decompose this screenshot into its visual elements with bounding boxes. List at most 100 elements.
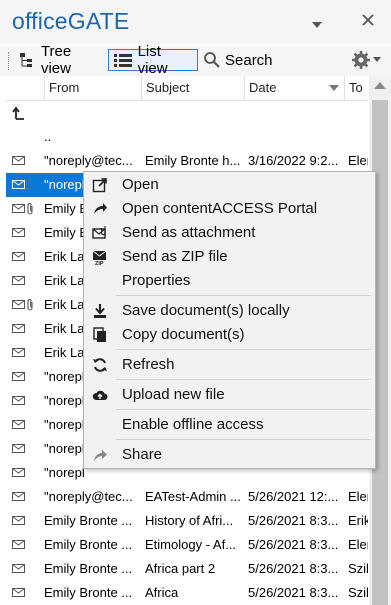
mail-icon [12, 396, 25, 405]
column-header-date[interactable]: Date [244, 76, 344, 100]
menu-item-send-as-attachment[interactable]: Send as attachment [84, 221, 375, 245]
subject-cell: History of Afri... [145, 513, 234, 528]
mail-icon [12, 540, 25, 549]
sort-descending-icon [329, 85, 339, 91]
tree-icon [20, 53, 32, 67]
to-cell: Elen [348, 153, 368, 168]
share-icon [94, 450, 107, 461]
column-header-to[interactable]: To [344, 76, 368, 100]
menu-item-upload-new-file[interactable]: Upload new file [84, 383, 375, 407]
mail-icon [12, 588, 25, 597]
mail-icon [12, 324, 25, 333]
menu-item-label: Open contentACCESS Portal [122, 200, 318, 217]
mail-icon [12, 444, 25, 453]
mail-icon [12, 156, 25, 165]
menu-item-label: Send as attachment [122, 224, 256, 241]
mail-icon [12, 300, 25, 309]
menu-item-label: Enable offline access [122, 416, 264, 433]
menu-item-open[interactable]: Open [84, 173, 375, 197]
menu-item-enable-offline-access[interactable]: Enable offline access [84, 413, 375, 437]
tree-view-button[interactable]: Tree view [15, 43, 105, 77]
from-cell: Emily Bronte ... [44, 513, 133, 528]
column-header-subject[interactable]: Subject [141, 76, 244, 100]
list-view-button[interactable]: List view [108, 43, 198, 77]
to-cell: Elen [348, 489, 368, 504]
menu-item-label: Upload new file [122, 386, 225, 403]
to-cell: Elen [348, 537, 368, 552]
chevron-down-icon [373, 57, 381, 62]
date-cell: 5/26/2021 8:3... [248, 537, 339, 552]
mail-icon [12, 276, 25, 285]
table-row[interactable]: "noreply@tec... EATest-Admin ... 5/26/2021… [6, 485, 368, 509]
search-label: Search [225, 51, 273, 69]
toolbar: Tree view List view Search [0, 43, 391, 77]
table-row[interactable]: Emily Bronte ... Africa 5/26/2021 8:3... Sz… [6, 581, 368, 605]
column-header-icons[interactable] [6, 76, 44, 100]
menu-item-open-contentaccess-portal[interactable]: Open contentACCESS Portal [84, 197, 375, 221]
mail-icon [12, 564, 25, 573]
from-cell: "noreply@tec... [44, 153, 133, 168]
tree-view-label: Tree view [40, 43, 72, 77]
settings-button[interactable] [348, 49, 388, 71]
date-cell: 5/26/2021 8:3... [248, 561, 339, 576]
toolbar-grip [8, 52, 11, 70]
from-cell: "noreply@tec... [44, 489, 133, 504]
menu-item-share[interactable]: Share [84, 443, 375, 467]
to-cell: Erik [348, 513, 368, 528]
menu-item-send-as-zip-file[interactable]: ZIP Send as ZIP file [84, 245, 375, 269]
open-external-icon [92, 178, 107, 193]
subject-cell: Emily Bronte h... [145, 153, 241, 168]
parent-folder-dots-row[interactable]: .. [6, 125, 368, 149]
mail-icon [12, 372, 25, 381]
parent-folder-label: .. [44, 129, 52, 144]
menu-item-label: Refresh [122, 356, 175, 373]
mail-icon [12, 348, 25, 357]
from-cell: Emily Bronte ... [44, 561, 133, 576]
menu-separator [116, 295, 371, 296]
menu-item-save-document-s-locally[interactable]: Save document(s) locally [84, 299, 375, 323]
date-cell: 5/26/2021 8:3... [248, 585, 339, 600]
table-row[interactable]: Emily Bronte ... History of Afri... 5/26/2… [6, 509, 368, 533]
table-row[interactable]: "noreply@tec... Emily Bronte h... 3/16/202… [6, 149, 368, 173]
menu-separator [116, 409, 371, 410]
paperclip-icon [27, 299, 33, 311]
from-cell: Emily Bronte ... [44, 537, 133, 552]
parent-folder-row[interactable] [6, 101, 368, 125]
table-row[interactable]: Emily Bronte ... Etimology - Af... 5/26/20… [6, 533, 368, 557]
column-header-date-label: Date [249, 80, 277, 95]
menu-item-label: Open [122, 176, 159, 193]
subject-cell: Etimology - Af... [145, 537, 237, 552]
menu-item-copy-document-s[interactable]: Copy document(s) [84, 323, 375, 347]
svg-text:ZIP: ZIP [95, 261, 104, 265]
date-cell: 5/26/2021 12:... [248, 489, 339, 504]
mail-icon [12, 468, 25, 477]
scroll-up-arrow-icon[interactable] [374, 82, 386, 89]
column-header-from[interactable]: From [44, 76, 141, 100]
menu-item-refresh[interactable]: Refresh [84, 353, 375, 377]
date-cell: 3/16/2022 9:2... [248, 153, 339, 168]
date-cell: 5/26/2021 8:3... [248, 513, 339, 528]
mail-icon [12, 252, 25, 261]
menu-item-label: Share [122, 446, 163, 463]
subject-cell: Africa [145, 585, 179, 600]
search-icon [204, 52, 220, 68]
menu-separator [116, 379, 371, 380]
mail-icon [12, 204, 25, 213]
close-button[interactable] [361, 12, 375, 32]
menu-item-label: Copy document(s) [122, 326, 245, 343]
from-cell: Emily Bronte ... [44, 585, 133, 600]
app-title: officeGATE [12, 8, 130, 34]
table-row[interactable]: Emily Bronte ... Africa part 2 5/26/2021 8… [6, 557, 368, 581]
search-button[interactable]: Search [200, 49, 280, 71]
panel-menu-dropdown[interactable] [311, 14, 323, 34]
list-view-label: List view [137, 43, 168, 77]
mail-icon [12, 492, 25, 501]
download-icon [94, 304, 106, 318]
menu-item-label: Properties [122, 272, 191, 289]
mail-icon [12, 420, 25, 429]
menu-item-label: Send as ZIP file [122, 248, 228, 265]
column-header-row: From Subject Date To [6, 76, 368, 101]
menu-item-properties[interactable]: Properties [84, 269, 375, 293]
up-level-arrow-icon [12, 106, 24, 120]
to-cell: Szilv [348, 561, 368, 576]
